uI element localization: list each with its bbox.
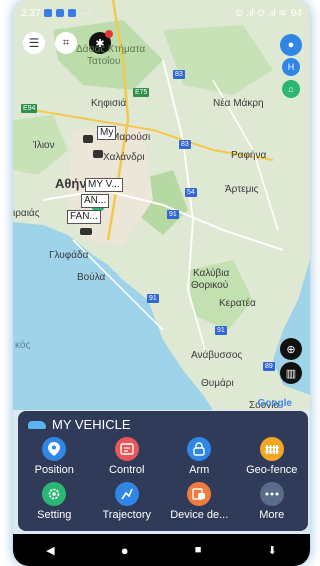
device-details-button[interactable]: Device de... [163,482,236,521]
signal-indicators: ⊙ .ıl ⊙ .ıl ≋ [235,7,287,19]
google-logo: Google [257,398,292,409]
trajectory-label: Trajectory [102,509,152,521]
vehicle-marker[interactable] [93,150,103,158]
map-label: Βούλα [77,272,106,283]
map-label: Ραφήνα [231,150,267,161]
trajectory-button[interactable]: Trajectory [91,482,164,521]
map-label: Μαρούσι [111,132,151,143]
panel-title: MY VEHICLE [52,417,131,432]
location-pin-icon [42,437,67,461]
setting-button[interactable]: Setting [18,482,91,521]
map-label: κός [15,340,31,351]
map-label: Ανάβυσσος [191,350,243,361]
remote-control-icon [114,437,139,461]
status-bar: 2:37 ··· ⊙ .ıl ⊙ .ıl ≋ 94 [13,0,310,26]
fence-icon [259,437,284,461]
status-time: 2:37 [21,7,41,19]
more-button[interactable]: More [236,482,309,521]
user-button[interactable]: ● [280,34,302,56]
menu-icon: ☰ [28,36,40,50]
vehicle-label[interactable]: MY V... [85,178,123,192]
map-label: Κερατέα [219,298,256,309]
vehicle-label[interactable]: AN... [81,194,110,208]
road-shield: 91 [167,210,179,219]
user-icon: ● [287,39,295,51]
road-shield: 54 [185,188,197,197]
device-details-label: Device de... [170,509,229,521]
vehicle-marker[interactable] [83,135,93,143]
map-label: Καλύβια [193,268,230,279]
car-icon [28,420,46,429]
vehicle-panel: MY VEHICLE Position Control Arm Geo-fenc… [18,411,308,531]
map-view[interactable] [13,0,310,410]
road-shield: 83 [179,140,191,149]
recents-icon[interactable]: ■ [195,544,202,556]
position-button[interactable]: Position [18,437,91,476]
map-type-button[interactable]: ▥ [280,362,302,384]
layers-icon: H [287,62,295,72]
trajectory-icon [114,482,139,506]
more-notifications-icon: ··· [80,7,91,19]
lock-icon [187,437,212,461]
notification-icon [44,9,53,17]
map-label: Γλυφάδα [49,250,89,261]
device-icon [187,482,212,506]
map-label: Θυμάρι [201,378,234,389]
arm-label: Arm [189,464,210,476]
map-label: Δάσος Κτήματα [76,44,146,55]
road-shield: E94 [21,104,38,113]
control-button[interactable]: Control [91,437,164,476]
map-label: Άρτεμις [225,184,259,195]
map-label: Ίλιον [33,140,55,151]
home-button[interactable]: ⌂ [282,80,300,98]
map-label: Κηφισιά [91,98,127,109]
crosshair-icon: ⊕ [286,343,296,356]
battery-level: 94 [290,7,302,19]
map-label: Νέα Μάκρη [213,98,264,109]
scan-icon: ⌗ [62,36,70,49]
vehicle-marker[interactable] [80,228,92,235]
road-shield: 91 [147,294,159,303]
home-icon: ⌂ [288,84,294,94]
map-label: Χαλάνδρι [103,152,145,163]
position-label: Position [34,464,74,476]
road-shield: 91 [215,326,227,335]
locate-button[interactable]: ⊕ [280,338,302,360]
home-circle-icon[interactable]: ● [121,543,129,558]
panel-header: MY VEHICLE [28,417,131,432]
notification-icon [68,9,77,17]
action-grid: Position Control Arm Geo-fence Setting T… [18,437,308,521]
vehicle-label[interactable]: My [97,126,117,140]
control-label: Control [109,464,145,476]
map-label: Θορικού [191,280,229,291]
road-shield: 83 [173,70,185,79]
arm-button[interactable]: Arm [163,437,236,476]
map-label: Τατοΐου [87,56,121,67]
map-icon: ▥ [285,367,297,380]
keyboard-hide-icon[interactable]: ⬇ [268,544,277,557]
menu-button[interactable]: ☰ [23,32,45,54]
back-icon[interactable]: ◀ [46,544,54,557]
layers-button[interactable]: H [282,58,300,76]
alert-badge-icon [105,30,113,38]
scan-button[interactable]: ⌗ [55,32,77,54]
system-navigation-bar: ◀ ● ■ ⬇ [13,534,310,566]
map-label: ιραιάς [13,208,40,219]
setting-label: Setting [37,509,72,521]
vehicle-label[interactable]: FAN... [67,210,101,224]
gear-icon [42,482,67,506]
road-shield: E75 [133,88,150,97]
notification-icon [56,9,65,17]
more-label: More [259,509,285,521]
phone-screen: 2:37 ··· ⊙ .ıl ⊙ .ıl ≋ 94 ☰ ⌗ ✱ ● H ⌂ ⊕ … [13,0,310,566]
geo-fence-button[interactable]: Geo-fence [236,437,309,476]
geo-fence-label: Geo-fence [246,464,298,476]
more-dots-icon [259,482,284,506]
road-shield: 89 [263,362,275,371]
